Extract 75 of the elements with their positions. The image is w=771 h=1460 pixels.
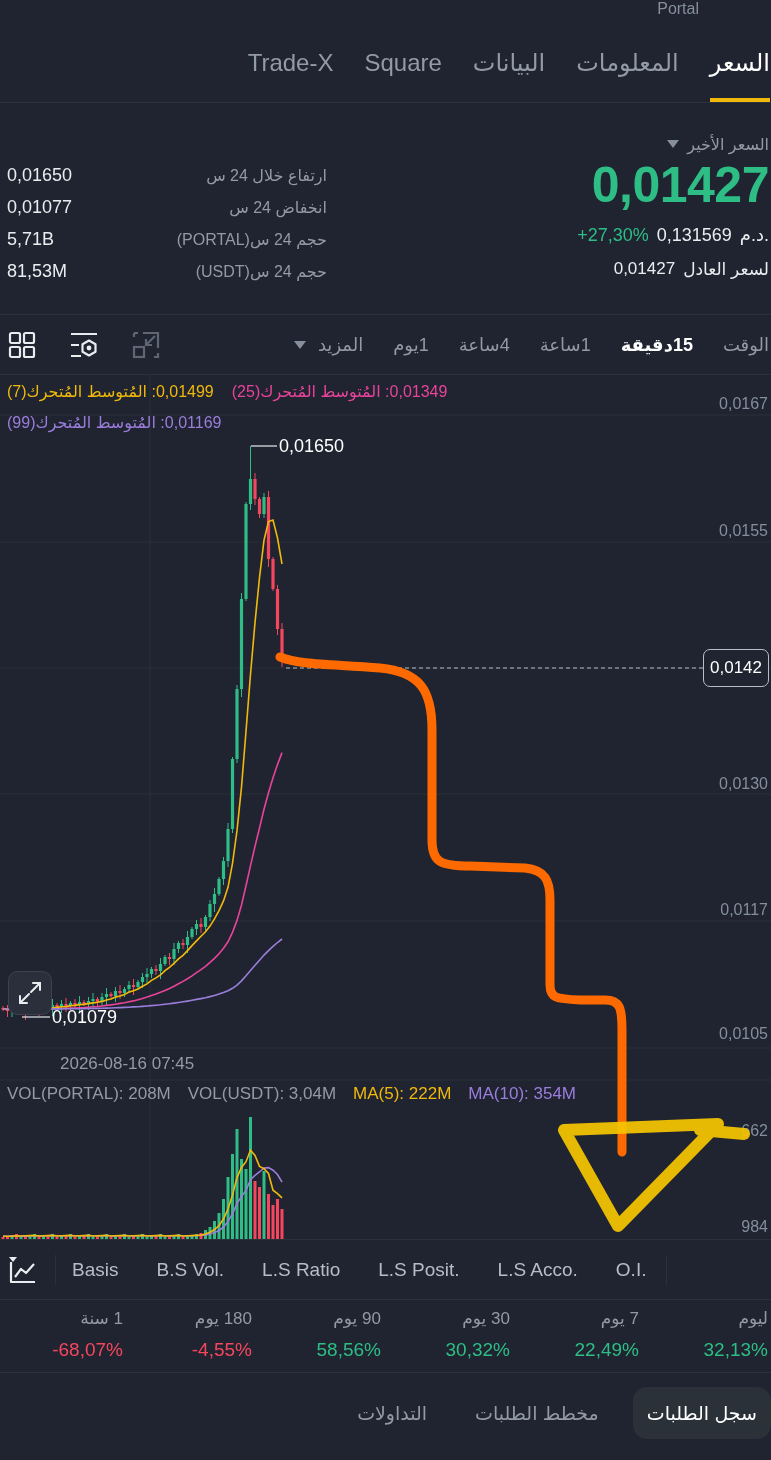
indicator-tab[interactable]: L.S Ratio (262, 1258, 341, 1281)
period-label: 30 يوم (462, 1308, 510, 1330)
line-chart-icon[interactable] (8, 1255, 36, 1284)
high-price-marker (250, 445, 278, 447)
tab[interactable]: السعر (709, 18, 770, 102)
settings-icon[interactable] (70, 330, 98, 359)
indicator-tab[interactable]: L.S Posit. (378, 1258, 460, 1281)
indicator-tab[interactable]: B.S Vol. (156, 1258, 225, 1281)
fair-price-value: 0,01427 (613, 259, 676, 279)
price-axis-label: 0,0105 (719, 1024, 768, 1044)
stat-label: انخفاض 24 س (229, 197, 327, 217)
interval-tab[interactable]: 1ساعة (539, 333, 591, 356)
caret-icon (667, 140, 680, 148)
shrink-icon[interactable] (132, 330, 160, 359)
period-change: 32,13% (703, 1338, 768, 1362)
stat-value: 0,01077 (7, 196, 73, 218)
volume-legend-item: VOL(PORTAL): 208M (7, 1084, 171, 1104)
period-change: 22,49% (574, 1338, 639, 1362)
tab[interactable]: سجل الطلبات (632, 1387, 771, 1439)
interval-tab[interactable]: الوقت (722, 333, 769, 356)
volume-axis-label: 662 (741, 1121, 768, 1141)
moving-average-legend: 0,01499: المُتوسط المُتحرك(7) (7, 381, 214, 403)
period-label: 7 يوم (600, 1308, 639, 1330)
crosshair-time-label: 2026-08-16 07:45 (60, 1054, 195, 1074)
stat-label: حجم 24 س(USDT) (195, 261, 327, 281)
moving-average-legend: 0,01349: المُتوسط المُتحرك(25) (231, 381, 448, 403)
tab[interactable]: البيانات (472, 18, 546, 102)
volume-legend-item: VOL(USDT): 3,04M (187, 1084, 337, 1104)
stat-label: حجم 24 س(PORTAL) (176, 229, 327, 249)
indicator-tab[interactable]: Basis (72, 1258, 119, 1281)
stat-value: 0,01650 (7, 164, 73, 186)
price-axis-label: 0,0167 (719, 394, 768, 414)
period-change: -68,07% (52, 1338, 123, 1362)
interval-tab[interactable]: 4ساعة (458, 333, 510, 356)
volume-axis-label: 984 (741, 1217, 768, 1237)
price-change: +27,30% (577, 224, 649, 246)
tab[interactable]: Square (364, 18, 442, 102)
period-label: ليوم (738, 1308, 768, 1330)
tab[interactable]: التداولات (343, 1387, 442, 1439)
volume-legend-item: MA(5): 222M (353, 1084, 452, 1104)
page-title: Portal (657, 1, 699, 18)
period-change: 30,32% (445, 1338, 510, 1362)
period-change: -4,55% (191, 1338, 252, 1362)
period-change: 58,56% (316, 1338, 381, 1362)
period-label: 1 سنة (80, 1308, 123, 1330)
stat-label: ارتفاع خلال 24 س (206, 165, 327, 185)
period-label: 180 يوم (194, 1308, 252, 1330)
tab[interactable]: المعلومات (576, 18, 679, 102)
high-price-label: 0,01650 (279, 435, 345, 457)
volume-legend-item: MA(10): 354M (468, 1084, 577, 1104)
moving-average-legend: 0,01169: المُتوسط المُتحرك(99) (7, 412, 222, 434)
interval-tab[interactable]: 15دقيقة (620, 333, 693, 356)
indicator-tab[interactable]: O.I. (615, 1258, 647, 1281)
converted-price: 0,131569 (656, 224, 732, 246)
expand-icon[interactable] (8, 971, 52, 1015)
more-dropdown[interactable]: المزيد (293, 333, 364, 356)
tab[interactable]: Trade-X (247, 18, 334, 102)
tab[interactable]: مخطط الطلبات (461, 1387, 613, 1439)
price-axis-label: 0,0155 (719, 521, 768, 541)
low-price-label: 0,01079 (52, 1006, 118, 1028)
price-axis-label: 0,0117 (720, 900, 768, 920)
grid-icon[interactable] (8, 330, 36, 359)
last-price: 0,01427 (591, 156, 769, 214)
stat-value: 81,53M (7, 260, 68, 282)
low-price-marker (21, 1016, 51, 1018)
price-type-dropdown[interactable]: السعر الأخير (667, 132, 769, 156)
currency-label: م.د. (739, 224, 769, 246)
period-label: 90 يوم (333, 1308, 381, 1330)
interval-tab[interactable]: 1يوم (393, 333, 429, 356)
current-price-tag: 0,0142 (703, 649, 769, 687)
indicator-tab[interactable]: L.S Acco. (497, 1258, 578, 1281)
fair-price-label: لسعر العادل (683, 258, 769, 280)
stat-value: 5,71B (7, 228, 55, 250)
caret-icon (293, 340, 306, 349)
price-axis-label: 0,0130 (719, 774, 768, 794)
